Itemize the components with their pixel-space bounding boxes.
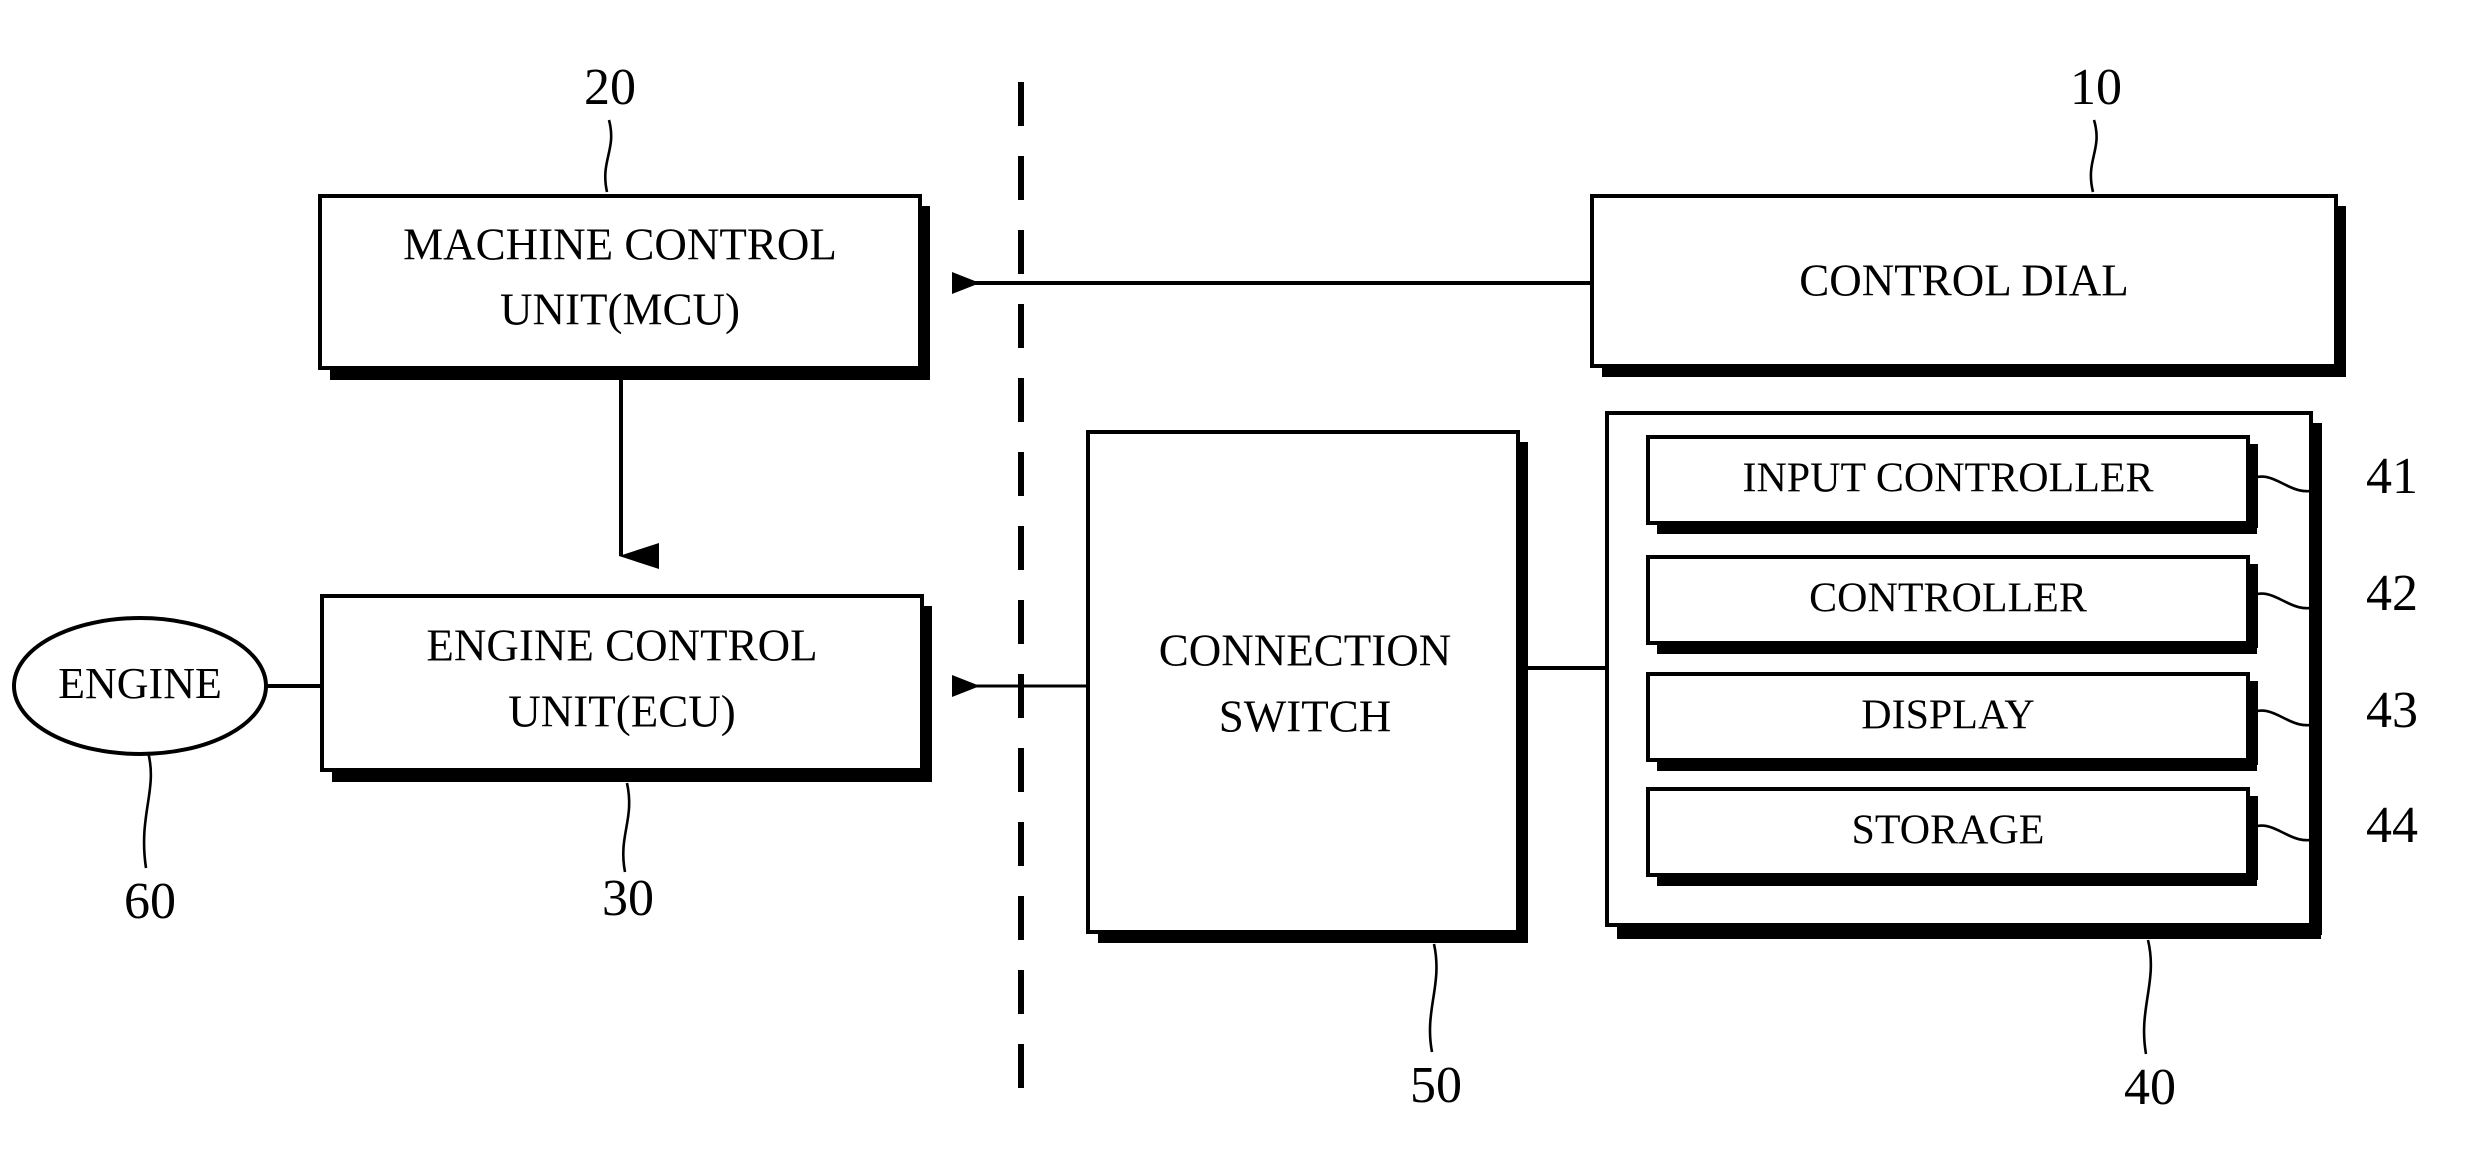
leader-line-60 <box>142 751 153 869</box>
module-44-label: STORAGE <box>1852 808 2045 854</box>
module-41-label: INPUT CONTROLLER <box>1742 456 2153 502</box>
patent-figure: MACHINE CONTROL UNIT(MCU) 20 ENGINE CONT… <box>12 59 2418 1116</box>
ref-number-41: 41 <box>2366 448 2418 505</box>
module-42-label: CONTROLLER <box>1809 576 2087 622</box>
engine-label: ENGINE <box>58 659 222 708</box>
ref-number-40: 40 <box>2124 1059 2176 1116</box>
control-dial-label: CONTROL DIAL <box>1799 255 2129 305</box>
leader-line-30 <box>621 782 631 873</box>
ref-number-50: 50 <box>1410 1057 1462 1114</box>
module-43-label: DISPLAY <box>1861 693 2035 739</box>
ref-number-42: 42 <box>2366 565 2418 622</box>
ref-number-43: 43 <box>2366 682 2418 739</box>
leader-line-10 <box>2089 119 2098 193</box>
leader-line-40 <box>2142 939 2153 1055</box>
ref-number-60: 60 <box>124 873 176 930</box>
mcu-label-line2: UNIT(MCU) <box>500 284 740 334</box>
mcu-drop-shadow-bottom <box>330 369 930 380</box>
leader-line-50 <box>1428 943 1438 1053</box>
terminal-module-storage[interactable]: STORAGE <box>1646 787 2258 886</box>
connection-switch-label-line1: CONNECTION <box>1159 625 1451 675</box>
connection-switch-label-line2: SWITCH <box>1219 691 1392 741</box>
ecu-drop-shadow-bottom <box>332 771 932 782</box>
terminal-unit-block[interactable]: INPUT CONTROLLER 41 CONTROLLER 42 DISPLA… <box>1605 411 2418 939</box>
engine-control-unit-block[interactable]: ENGINE CONTROL UNIT(ECU) <box>320 594 932 782</box>
terminal-module-input-controller[interactable]: INPUT CONTROLLER <box>1646 435 2258 534</box>
patent-diagram-canvas: MACHINE CONTROL UNIT(MCU) 20 ENGINE CONT… <box>0 0 2472 1175</box>
ref-number-20: 20 <box>584 59 636 116</box>
terminal-unit-drop-shadow-bottom <box>1617 925 2321 939</box>
terminal-module-display[interactable]: DISPLAY <box>1646 672 2258 771</box>
machine-control-unit-block[interactable]: MACHINE CONTROL UNIT(MCU) <box>318 194 930 380</box>
mcu-label-line1: MACHINE CONTROL <box>403 219 837 269</box>
control-dial-block[interactable]: CONTROL DIAL <box>1590 194 2346 377</box>
ref-number-44: 44 <box>2366 797 2418 854</box>
connection-switch-block[interactable]: CONNECTION SWITCH <box>1086 430 1528 943</box>
leader-line-20 <box>603 119 613 193</box>
ref-number-10: 10 <box>2070 59 2122 116</box>
ref-number-30: 30 <box>602 870 654 927</box>
terminal-module-controller[interactable]: CONTROLLER <box>1646 555 2258 654</box>
ecu-label-line2: UNIT(ECU) <box>508 686 735 736</box>
engine-node[interactable]: ENGINE <box>12 616 268 756</box>
connection-switch-box-fill <box>1088 432 1518 932</box>
ecu-label-line1: ENGINE CONTROL <box>426 620 817 670</box>
